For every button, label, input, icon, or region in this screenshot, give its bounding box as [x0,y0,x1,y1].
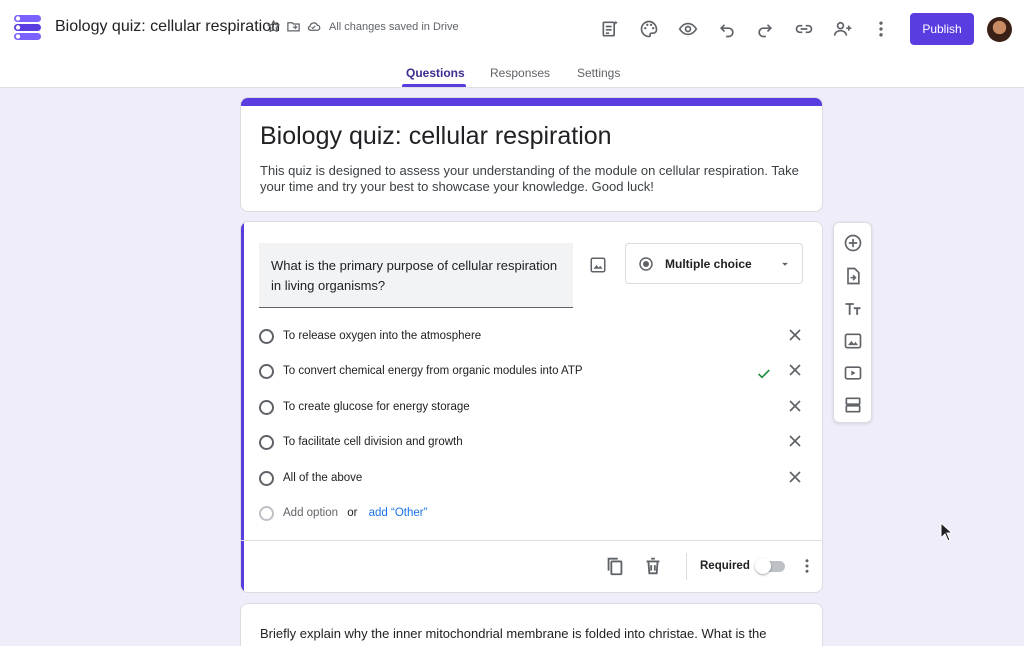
side-toolbar [833,222,872,423]
remove-option-icon[interactable] [785,360,805,380]
question-type-label: Multiple choice [665,257,752,271]
add-other-link[interactable]: add “Other” [369,507,428,519]
remove-option-icon[interactable] [785,431,805,451]
option-label[interactable]: To create glucose for energy storage [283,401,470,413]
form-header-card[interactable]: Biology quiz: cellular respiration This … [240,97,823,212]
add-option-row: Add option or add “Other” [259,502,809,526]
option-row[interactable]: To facilitate cell division and growth [259,431,809,455]
option-radio[interactable] [259,329,274,344]
top-bar: Biology quiz: cellular respiration All c… [0,0,1024,57]
add-collaborator-icon[interactable] [832,18,854,40]
mouse-cursor-icon [940,522,954,542]
add-option-link[interactable]: Add option [283,507,338,519]
option-radio [259,506,274,521]
add-option-text: Add option or add “Other” [283,507,427,519]
option-label[interactable]: To release oxygen into the atmosphere [283,330,481,342]
link-icon[interactable] [793,18,815,40]
option-radio[interactable] [259,364,274,379]
option-radio[interactable] [259,400,274,415]
required-label: Required [700,560,750,572]
radio-button-icon [639,257,653,271]
tab-settings[interactable]: Settings [577,66,620,80]
option-label[interactable]: All of the above [283,472,362,484]
duplicate-icon[interactable] [604,555,626,577]
question-card[interactable]: What is the primary purpose of cellular … [240,221,823,593]
import-questions-icon[interactable] [843,266,863,286]
add-title-icon[interactable] [843,299,863,319]
redo-icon[interactable] [754,18,776,40]
form-title[interactable]: Biology quiz: cellular respiration [260,122,612,151]
star-icon[interactable] [266,19,281,34]
option-row[interactable]: To create glucose for energy storage [259,396,809,420]
avatar[interactable] [987,17,1012,42]
required-toggle[interactable] [755,558,787,574]
active-question-indicator [241,222,244,592]
remove-option-icon[interactable] [785,467,805,487]
customize-icon[interactable] [599,18,621,40]
add-image-icon[interactable] [587,254,609,276]
add-image-icon[interactable] [843,331,863,351]
option-row[interactable]: All of the above [259,467,809,491]
toggle-thumb [755,558,771,574]
dropdown-arrow-icon [782,262,788,266]
preview-icon[interactable] [677,18,699,40]
question-type-dropdown[interactable]: Multiple choice [625,243,803,284]
option-row[interactable]: To convert chemical energy from organic … [259,360,809,384]
add-video-icon[interactable] [843,363,863,383]
question-more-icon[interactable] [798,557,816,575]
option-label[interactable]: To convert chemical energy from organic … [283,365,583,377]
title-icons [266,19,321,34]
option-row[interactable]: To release oxygen into the atmosphere [259,325,809,349]
tab-questions[interactable]: Questions [406,66,465,80]
add-section-icon[interactable] [843,395,863,415]
forms-logo-icon[interactable] [14,14,41,41]
remove-option-icon[interactable] [785,325,805,345]
more-vert-icon[interactable] [870,18,892,40]
question-title-input[interactable]: What is the primary purpose of cellular … [259,243,573,308]
option-label[interactable]: To facilitate cell division and growth [283,436,463,448]
cloud-saved-icon[interactable] [306,19,321,34]
next-question-card[interactable]: Briefly explain why the inner mitochondr… [240,603,823,646]
next-question-title[interactable]: Briefly explain why the inner mitochondr… [260,626,767,641]
correct-answer-check-icon [758,369,770,379]
save-status: All changes saved in Drive [329,21,459,33]
palette-icon[interactable] [638,18,660,40]
delete-icon[interactable] [642,555,664,577]
header-accent-bar [241,98,822,106]
option-radio[interactable] [259,435,274,450]
undo-icon[interactable] [716,18,738,40]
publish-button[interactable]: Publish [910,13,974,45]
document-title[interactable]: Biology quiz: cellular respiration [55,18,280,36]
footer-divider [686,553,687,580]
or-text: or [347,507,358,519]
tabs-bar: Questions Responses Settings [0,57,1024,88]
question-footer-divider [241,540,822,541]
move-folder-icon[interactable] [286,19,301,34]
option-radio[interactable] [259,471,274,486]
add-question-icon[interactable] [843,233,863,253]
form-description[interactable]: This quiz is designed to assess your und… [260,163,808,195]
active-tab-indicator [402,84,466,87]
tab-responses[interactable]: Responses [490,66,550,80]
remove-option-icon[interactable] [785,396,805,416]
